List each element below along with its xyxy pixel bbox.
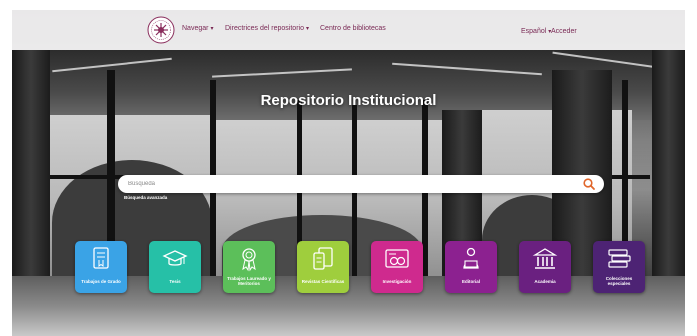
stacked-books-icon bbox=[608, 249, 631, 268]
tile-label: Trabajos de Grado bbox=[81, 279, 121, 284]
tile-academia[interactable]: Academia bbox=[519, 241, 571, 293]
tile-label: Editorial bbox=[461, 279, 480, 284]
search-input[interactable] bbox=[128, 178, 568, 190]
tile-label: Tesis bbox=[169, 279, 181, 284]
academy-building-icon bbox=[532, 248, 558, 269]
page-title: Repositorio Institucional bbox=[260, 92, 437, 109]
chevron-down-icon: ▾ bbox=[305, 26, 309, 32]
research-icon bbox=[385, 249, 409, 268]
tile-label: Trabajos Laureado y Meritorios bbox=[227, 276, 271, 287]
tile-tesis[interactable]: Tesis bbox=[149, 241, 201, 293]
chevron-down-icon: ▾ bbox=[210, 26, 214, 32]
tile-label: Investigación bbox=[382, 279, 412, 284]
nav-navegar[interactable]: Navegar ▾ bbox=[182, 25, 213, 32]
journal-icon bbox=[313, 247, 333, 270]
search-bar bbox=[118, 175, 604, 193]
advanced-search-link[interactable]: Búsqueda avanzada bbox=[124, 195, 167, 200]
nav-directrices[interactable]: Directrices del repositorio ▾ bbox=[225, 25, 309, 32]
reader-icon bbox=[463, 247, 479, 269]
graduation-cap-icon bbox=[162, 250, 188, 266]
top-navbar: Navegar ▾ Directrices del repositorio ▾ Ce… bbox=[12, 10, 685, 50]
tile-revistas-cientificas[interactable]: Revistas Científicas bbox=[297, 241, 349, 293]
tile-investigacion[interactable]: Investigación bbox=[371, 241, 423, 293]
search-icon[interactable] bbox=[582, 177, 596, 191]
hero-background: Navegar ▾ Directrices del repositorio ▾ Ce… bbox=[12, 10, 685, 336]
tile-editorial[interactable]: Editorial bbox=[445, 241, 497, 293]
tile-trabajos-laureado[interactable]: Trabajos Laureado y Meritorios bbox=[223, 241, 275, 293]
tile-label: Revistas Científicas bbox=[301, 279, 345, 284]
document-icon bbox=[93, 247, 109, 269]
tile-label: Academia bbox=[534, 279, 556, 284]
award-ribbon-icon bbox=[242, 248, 256, 272]
nav-centro-bibliotecas[interactable]: Centro de bibliotecas bbox=[320, 25, 386, 32]
university-seal-logo[interactable] bbox=[147, 16, 175, 44]
tile-colecciones-especiales[interactable]: Colecciones especiales bbox=[593, 241, 645, 293]
tile-trabajos-de-grado[interactable]: Trabajos de Grado bbox=[75, 241, 127, 293]
tile-label: Colecciones especiales bbox=[605, 276, 633, 287]
language-select[interactable]: Español ▾ bbox=[521, 28, 551, 35]
login-link[interactable]: Acceder bbox=[551, 28, 577, 35]
